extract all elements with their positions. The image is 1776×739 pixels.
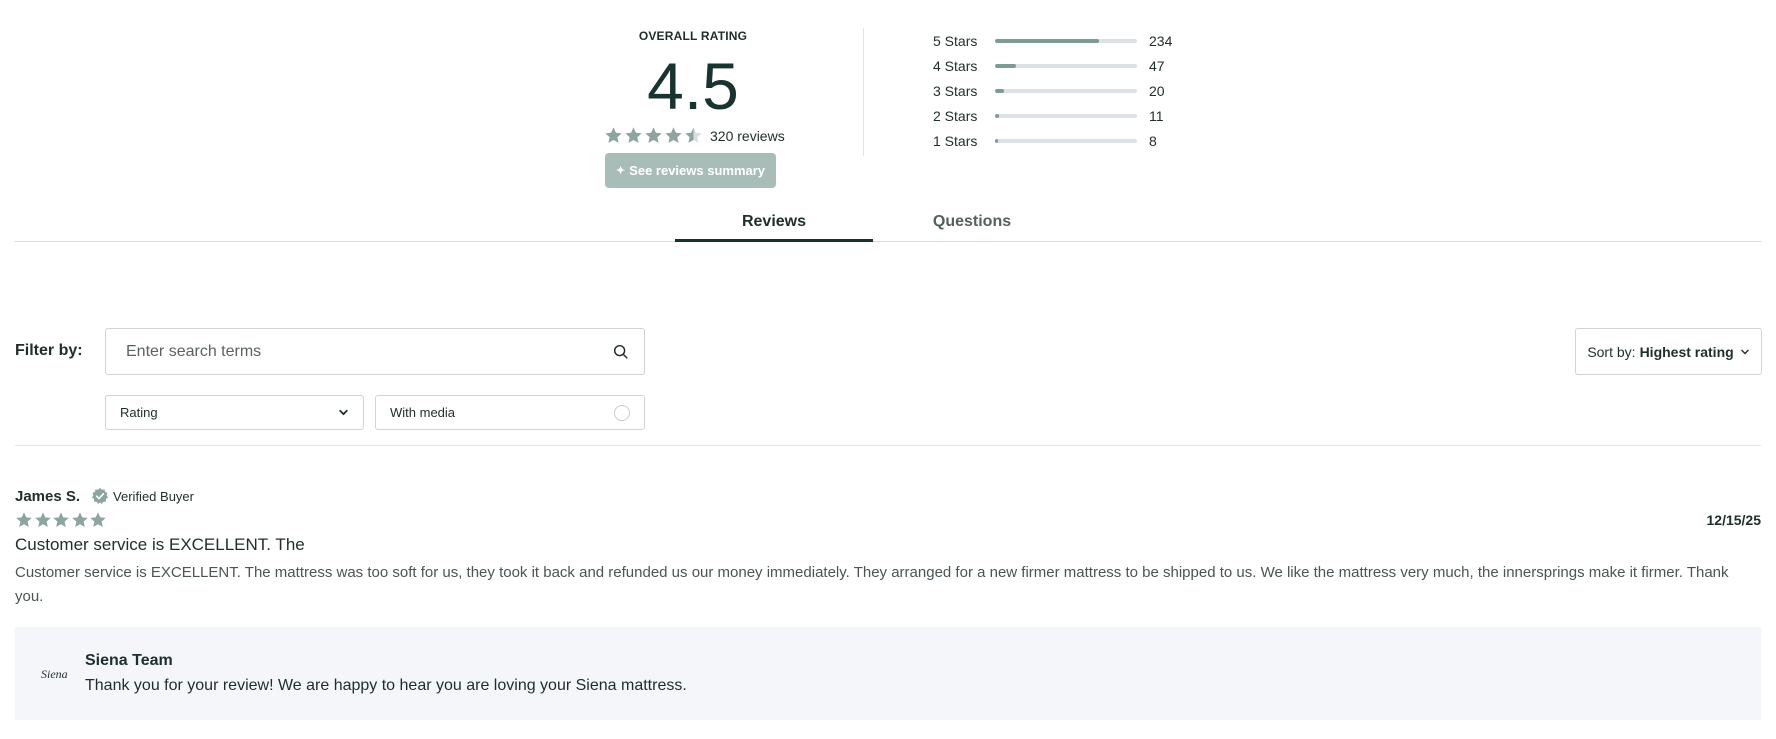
star-icon <box>665 127 682 143</box>
rating-filter-label: Rating <box>120 405 158 420</box>
reply-author: Siena Team <box>85 652 173 669</box>
brand-reply: Siena Siena Team Thank you for your revi… <box>15 627 1761 720</box>
star-icon <box>625 127 642 143</box>
sort-dropdown[interactable]: Sort by: Highest rating <box>1575 328 1762 375</box>
rating-summary: OVERALL RATING 4.5 320 reviews ✦ See rev… <box>0 0 1776 195</box>
rating-histogram: 5 Stars 234 4 Stars 47 3 Stars 20 2 Stars 11 1 S… <box>933 28 1172 153</box>
histogram-label: 3 Stars <box>933 82 978 99</box>
histogram-bar <box>995 113 1137 118</box>
histogram-bar <box>995 88 1137 93</box>
with-media-label: With media <box>390 405 456 420</box>
histogram-bar-fill <box>995 113 1000 118</box>
see-reviews-summary-button[interactable]: ✦ See reviews summary <box>605 153 776 188</box>
sparkle-icon: ✦ <box>615 165 626 177</box>
histogram-row[interactable]: 2 Stars 11 <box>933 103 1172 128</box>
overall-stars <box>604 126 704 145</box>
review-item: James S. Verified Buyer 12/15/25 Custome… <box>15 486 1761 609</box>
see-reviews-summary-label: See reviews summary <box>629 163 766 178</box>
summary-divider <box>863 28 864 156</box>
histogram-label: 5 Stars <box>933 32 978 49</box>
histogram-label: 2 Stars <box>933 107 978 124</box>
overall-rating: OVERALL RATING 4.5 <box>604 29 782 119</box>
chevron-down-icon <box>339 409 348 416</box>
verified-buyer-label: Verified Buyer <box>113 488 194 504</box>
review-body: Customer service is EXCELLENT. The mattr… <box>15 564 1729 605</box>
histogram-label: 4 Stars <box>933 57 978 74</box>
review-stars <box>15 511 1761 529</box>
star-icon <box>685 127 702 143</box>
tab-questions[interactable]: Questions <box>873 200 1071 242</box>
overall-rating-title: OVERALL RATING <box>638 29 748 43</box>
histogram-row[interactable]: 5 Stars 234 <box>933 28 1172 53</box>
histogram-count: 8 <box>1149 132 1157 149</box>
filter-label: Filter by: <box>15 342 83 359</box>
histogram-label: 1 Stars <box>933 132 978 149</box>
star-icon <box>645 127 662 143</box>
histogram-bar <box>995 38 1137 43</box>
review-title: Customer service is EXCELLENT. The <box>15 535 305 554</box>
histogram-row[interactable]: 4 Stars 47 <box>933 53 1172 78</box>
overall-stars-row: 320 reviews <box>604 126 785 145</box>
histogram-bar-fill <box>995 63 1017 68</box>
with-media-toggle[interactable]: With media <box>375 395 645 430</box>
reply-text: Thank you for your review! We are happy … <box>85 677 687 694</box>
chevron-down-icon <box>1740 349 1749 354</box>
histogram-count: 47 <box>1149 57 1165 74</box>
histogram-row[interactable]: 1 Stars 8 <box>933 128 1172 153</box>
siena-logo: Siena <box>41 667 68 681</box>
star-icon <box>16 512 32 528</box>
sort-value: Highest rating <box>1639 343 1734 360</box>
search-input[interactable] <box>106 329 612 374</box>
histogram-bar <box>995 138 1137 143</box>
rating-filter-select[interactable]: Rating <box>105 395 364 430</box>
reviewer-name: James S. <box>15 487 81 505</box>
star-icon <box>90 512 106 528</box>
search-box <box>105 328 645 375</box>
histogram-bar <box>995 63 1137 68</box>
reviews-count[interactable]: 320 reviews <box>710 128 785 144</box>
histogram-bar-fill <box>995 38 1099 43</box>
histogram-count: 20 <box>1149 82 1165 99</box>
overall-score: 4.5 <box>647 49 739 123</box>
star-icon <box>34 512 51 528</box>
histogram-count: 11 <box>1149 107 1164 124</box>
reviewer-row: James S. Verified Buyer <box>15 486 1761 506</box>
search-icon[interactable] <box>612 343 630 361</box>
tab-bar: Reviews Questions <box>15 200 1761 242</box>
star-icon <box>605 127 622 143</box>
sort-prefix: Sort by: <box>1587 343 1636 360</box>
star-icon <box>53 512 69 528</box>
review-date: 12/15/25 <box>1706 512 1762 528</box>
histogram-row[interactable]: 3 Stars 20 <box>933 78 1172 103</box>
star-icon <box>71 512 88 528</box>
tab-reviews[interactable]: Reviews <box>675 200 873 242</box>
histogram-bar-fill <box>995 88 1004 93</box>
histogram-bar-fill <box>995 138 998 143</box>
filters-divider <box>15 445 1761 446</box>
histogram-count: 234 <box>1149 32 1173 49</box>
with-media-radio[interactable] <box>614 404 630 421</box>
verified-badge-icon <box>92 487 109 505</box>
